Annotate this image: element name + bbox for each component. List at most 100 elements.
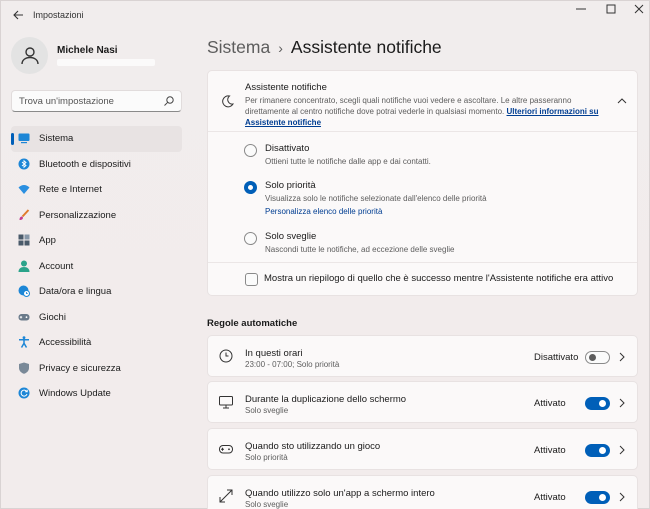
chevron-right-icon[interactable] <box>618 492 626 502</box>
breadcrumb-separator: › <box>278 40 283 56</box>
option-label: Solo priorità <box>265 180 316 191</box>
rule-gioco[interactable]: Quando sto utilizzando un gioco Solo pri… <box>207 428 638 470</box>
rule-status: Attivato <box>534 398 566 409</box>
rule-status: Attivato <box>534 492 566 503</box>
summary-checkbox-label: Mostra un riepilogo di quello che è succ… <box>264 273 614 284</box>
sidebar-item-label: Accessibilità <box>39 337 92 348</box>
toggle-knob <box>599 400 606 407</box>
rule-duplicazione-schermo[interactable]: Durante la duplicazione dello schermo So… <box>207 381 638 423</box>
radio-button-selected[interactable] <box>244 181 257 194</box>
option-label: Solo sveglie <box>265 231 317 242</box>
sidebar-item-account[interactable]: Account <box>11 254 182 280</box>
update-icon <box>18 387 30 399</box>
rule-toggle[interactable] <box>585 491 610 504</box>
rule-in-questi-orari[interactable]: In questi orari 23:00 - 07:00; Solo prio… <box>207 335 638 377</box>
option-description: Visualizza solo le notifiche selezionate… <box>265 194 487 203</box>
sidebar-item-label: Giochi <box>39 311 66 323</box>
chevron-up-icon[interactable] <box>617 96 627 106</box>
breadcrumb: Sistema › Assistente notifiche <box>207 37 442 58</box>
maximize-icon[interactable] <box>597 3 625 19</box>
option-label: Disattivato <box>265 143 310 154</box>
selection-indicator <box>11 133 14 145</box>
monitor-icon <box>219 396 233 409</box>
focus-assist-description: Per rimanere concentrato, scegli quali n… <box>245 95 615 128</box>
sidebar-item-data-ora[interactable]: Data/ora e lingua <box>11 279 182 305</box>
bluetooth-icon <box>18 158 30 169</box>
sidebar-item-label: App <box>39 235 56 246</box>
sidebar-item-bluetooth[interactable]: Bluetooth e dispositivi <box>11 152 182 178</box>
avatar <box>11 37 48 74</box>
option-description: Nascondi tutte le notifiche, ad eccezion… <box>265 245 455 254</box>
chevron-right-icon[interactable] <box>618 445 626 455</box>
focus-assist-header[interactable]: Assistente notifiche Per rimanere concen… <box>208 71 637 132</box>
sidebar-item-label: Windows Update <box>39 388 111 399</box>
radio-button[interactable] <box>244 144 257 157</box>
rule-subtitle: 23:00 - 07:00; Solo priorità <box>245 360 340 369</box>
window-title: Impostazioni <box>33 10 84 20</box>
rule-toggle[interactable] <box>585 444 610 457</box>
system-icon <box>18 133 30 144</box>
focus-assist-title: Assistente notifiche <box>245 82 327 93</box>
account-icon <box>18 260 30 272</box>
sidebar-item-label: Bluetooth e dispositivi <box>39 158 131 170</box>
focus-assist-card: Assistente notifiche Per rimanere concen… <box>207 70 638 296</box>
sidebar-item-label: Personalizzazione <box>39 209 117 221</box>
brush-icon <box>19 208 30 220</box>
sidebar-item-label: Rete e Internet <box>39 184 102 195</box>
option-description: Ottieni tutte le notifiche dalle app e d… <box>265 157 431 166</box>
rule-toggle[interactable] <box>585 397 610 410</box>
sidebar-item-giochi[interactable]: Giochi <box>11 305 182 331</box>
rule-title: Quando sto utilizzando un gioco <box>245 441 381 452</box>
sidebar-item-label: Data/ora e lingua <box>39 286 112 297</box>
close-icon[interactable] <box>625 3 650 19</box>
toggle-knob <box>599 447 606 454</box>
chevron-right-icon[interactable] <box>618 398 626 408</box>
gamepad-icon <box>18 313 30 320</box>
title-bar: Impostazioni <box>1 1 650 31</box>
user-email-redacted <box>57 59 155 66</box>
fullscreen-icon <box>219 489 233 503</box>
rule-status: Attivato <box>534 445 566 456</box>
sidebar-item-app[interactable]: App <box>11 228 182 254</box>
sidebar-item-windows-update[interactable]: Windows Update <box>11 381 182 407</box>
page-title: Assistente notifiche <box>290 37 442 57</box>
rule-title: In questi orari <box>245 348 303 359</box>
user-icon <box>21 47 39 65</box>
toggle-knob <box>589 354 596 361</box>
search-input[interactable]: Trova un'impostazione <box>11 90 182 112</box>
sidebar-item-personalizzazione[interactable]: Personalizzazione <box>11 203 182 229</box>
sidebar-item-label: Account <box>39 260 74 272</box>
chevron-right-icon[interactable] <box>618 352 626 362</box>
moon-icon <box>222 95 234 108</box>
accessibility-icon <box>19 336 29 348</box>
minimize-icon[interactable] <box>567 3 595 19</box>
summary-checkbox[interactable] <box>245 273 258 286</box>
settings-window: Impostazioni Michele Nasi Trova un'impos… <box>0 0 650 509</box>
user-name: Michele Nasi <box>57 45 118 56</box>
sidebar-item-accessibilita[interactable]: Accessibilità <box>11 330 182 356</box>
rule-schermo-intero[interactable]: Quando utilizzo solo un'app a schermo in… <box>207 475 638 509</box>
clock-icon <box>219 349 233 363</box>
sidebar-item-sistema[interactable]: Sistema <box>11 126 182 152</box>
shield-icon <box>19 362 29 374</box>
sidebar-item-label: Privacy e sicurezza <box>39 362 121 374</box>
rule-subtitle: Solo priorità <box>245 453 288 462</box>
radio-button[interactable] <box>244 232 257 245</box>
sidebar-nav: Sistema Bluetooth e dispositivi Rete e I… <box>11 126 182 407</box>
rule-title: Durante la duplicazione dello schermo <box>245 394 407 405</box>
gamepad-icon <box>219 445 233 454</box>
summary-checkbox-row[interactable]: Mostra un riepilogo di quello che è succ… <box>208 262 637 296</box>
back-arrow-icon[interactable] <box>11 9 25 23</box>
rule-toggle[interactable] <box>585 351 610 364</box>
rule-subtitle: Solo sveglie <box>245 406 289 415</box>
breadcrumb-parent[interactable]: Sistema <box>207 37 270 57</box>
rule-subtitle: Solo sveglie <box>245 500 289 509</box>
rule-status: Disattivato <box>534 352 579 363</box>
search-icon[interactable] <box>163 95 175 110</box>
sidebar-item-label: Sistema <box>39 133 74 144</box>
section-title: Regole automatiche <box>207 318 298 329</box>
sidebar-item-rete[interactable]: Rete e Internet <box>11 177 182 203</box>
customize-priority-link[interactable]: Personalizza elenco delle priorità <box>265 207 382 216</box>
sidebar-item-privacy[interactable]: Privacy e sicurezza <box>11 356 182 382</box>
rule-title: Quando utilizzo solo un'app a schermo in… <box>245 488 435 499</box>
